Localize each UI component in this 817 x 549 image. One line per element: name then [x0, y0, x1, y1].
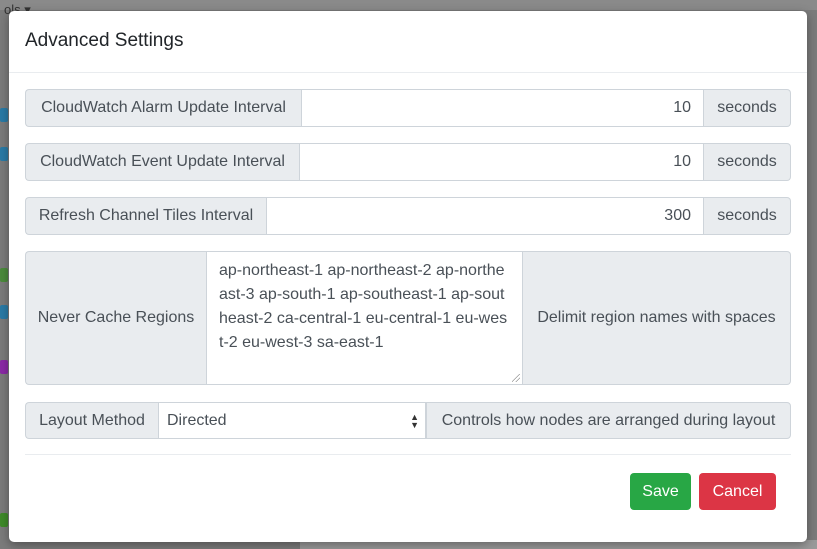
- tiles-interval-unit: seconds: [704, 197, 791, 235]
- never-cache-regions-textarea[interactable]: ap-northeast-1 ap-northeast-2 ap-northea…: [206, 251, 523, 385]
- alarm-interval-label: CloudWatch Alarm Update Interval: [25, 89, 301, 127]
- background-node-chip: [0, 268, 8, 282]
- layout-method-select[interactable]: Directed ▲ ▼: [158, 402, 426, 439]
- background-node-chip: [0, 513, 8, 527]
- resize-grip-icon[interactable]: [512, 374, 520, 382]
- cancel-button[interactable]: Cancel: [699, 473, 776, 510]
- layout-method-selected: Directed: [167, 411, 227, 429]
- event-interval-unit: seconds: [704, 143, 791, 181]
- select-arrows-icon: ▲ ▼: [410, 411, 419, 430]
- never-cache-regions-label: Never Cache Regions: [25, 251, 206, 385]
- save-button[interactable]: Save: [630, 473, 691, 510]
- event-interval-input[interactable]: 10: [299, 143, 704, 181]
- background-node-chip: [0, 108, 8, 122]
- tiles-interval-row: Refresh Channel Tiles Interval 300 secon…: [25, 197, 791, 235]
- background-node-chip: [0, 305, 8, 319]
- advanced-settings-dialog: Advanced Settings CloudWatch Alarm Updat…: [9, 11, 807, 542]
- tiles-interval-label: Refresh Channel Tiles Interval: [25, 197, 266, 235]
- never-cache-regions-row: Never Cache Regions ap-northeast-1 ap-no…: [25, 251, 791, 385]
- background-node-chip: [0, 147, 8, 161]
- alarm-interval-row: CloudWatch Alarm Update Interval 10 seco…: [25, 89, 791, 127]
- dialog-header: Advanced Settings: [9, 11, 807, 73]
- never-cache-regions-value: ap-northeast-1 ap-northeast-2 ap-northea…: [219, 262, 508, 351]
- tiles-interval-input[interactable]: 300: [266, 197, 704, 235]
- alarm-interval-unit: seconds: [704, 89, 791, 127]
- footer-divider: [25, 454, 791, 455]
- layout-method-label: Layout Method: [25, 402, 158, 439]
- never-cache-regions-hint: Delimit region names with spaces: [523, 251, 791, 385]
- alarm-interval-input[interactable]: 10: [301, 89, 704, 127]
- event-interval-label: CloudWatch Event Update Interval: [25, 143, 299, 181]
- background-node-chip: [0, 360, 8, 374]
- layout-method-row: Layout Method Directed ▲ ▼ Controls how n…: [25, 402, 791, 439]
- layout-method-hint: Controls how nodes are arranged during l…: [426, 402, 791, 439]
- dialog-title: Advanced Settings: [25, 30, 184, 51]
- background-toolbar: [0, 0, 817, 10]
- event-interval-row: CloudWatch Event Update Interval 10 seco…: [25, 143, 791, 181]
